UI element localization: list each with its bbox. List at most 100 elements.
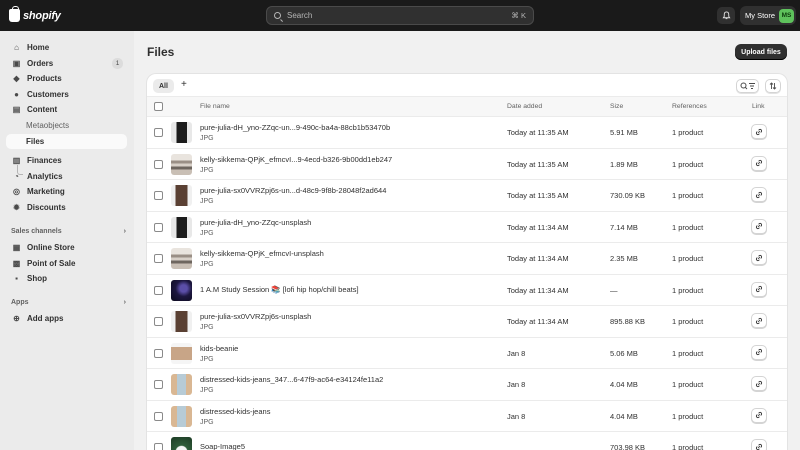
file-name[interactable]: kids-beanie <box>200 344 238 353</box>
file-name[interactable]: kelly-sikkema-QPjK_efmcvI...9-4ecd-b326-… <box>200 155 392 164</box>
references[interactable]: 1 product <box>672 128 703 137</box>
row-checkbox[interactable] <box>154 222 163 232</box>
sidebar-item-orders[interactable]: ▣ Orders 1 <box>6 56 127 71</box>
table-row[interactable]: distressed-kids-jeans JPG Jan 8 4.04 MB 1 pr… <box>147 401 787 432</box>
copy-link-button[interactable] <box>751 376 767 391</box>
file-thumbnail[interactable] <box>171 216 192 238</box>
file-thumbnail[interactable] <box>171 374 192 395</box>
sidebar-item-online-store[interactable]: ▦ Online Store <box>6 240 127 255</box>
table-row[interactable]: pure-julia-sx0VVRZpj6s-unsplash JPG Today … <box>147 306 787 338</box>
upload-files-button[interactable]: Upload files <box>735 44 787 60</box>
file-thumbnail[interactable] <box>171 185 192 206</box>
table-row[interactable]: kelly-sikkema-QPjK_efmcvI...9-4ecd-b326-… <box>147 149 787 180</box>
row-checkbox[interactable] <box>154 159 163 169</box>
column-references[interactable]: References <box>672 103 707 110</box>
column-size[interactable]: Size <box>610 103 623 110</box>
references[interactable]: 1 product <box>672 443 703 450</box>
notifications-button[interactable] <box>717 7 735 24</box>
references[interactable]: 1 product <box>672 412 703 421</box>
copy-link-button[interactable] <box>751 439 767 450</box>
row-checkbox[interactable] <box>154 254 163 263</box>
column-link: Link <box>752 103 765 110</box>
sales-channels-heading[interactable]: Sales channels › <box>11 228 126 235</box>
references[interactable]: 1 product <box>672 254 703 263</box>
row-checkbox[interactable] <box>154 348 163 358</box>
file-thumbnail[interactable] <box>171 248 192 269</box>
file-thumbnail[interactable] <box>171 342 192 364</box>
copy-link-button[interactable] <box>751 281 767 297</box>
copy-link-button[interactable] <box>751 218 767 234</box>
row-checkbox[interactable] <box>154 443 163 450</box>
references[interactable]: 1 product <box>672 191 703 200</box>
store-menu-button[interactable]: My Store MS <box>740 6 796 25</box>
row-checkbox[interactable] <box>154 191 163 200</box>
copy-link-button[interactable] <box>751 250 767 265</box>
references[interactable]: 1 product <box>672 223 703 232</box>
file-size: — <box>610 285 618 295</box>
sidebar-item-finances[interactable]: ▥ Finances <box>6 153 127 168</box>
references[interactable]: 1 product <box>672 380 703 389</box>
row-checkbox[interactable] <box>154 285 163 295</box>
column-date-added[interactable]: Date added <box>507 103 542 110</box>
search-input[interactable]: Search ⌘ K <box>266 6 534 25</box>
references[interactable]: 1 product <box>672 286 703 295</box>
file-name[interactable]: distressed-kids-jeans_347...6-47f9-ac64-… <box>200 375 383 384</box>
file-name[interactable]: pure-julia-dH_yno-ZZqc-un...9-490c-ba4a-… <box>200 123 390 132</box>
file-name[interactable]: kelly-sikkema-QPjK_efmcvI-unsplash <box>200 249 324 258</box>
sidebar-item-shop[interactable]: ▪ Shop <box>6 271 127 286</box>
apps-heading[interactable]: Apps › <box>11 299 126 306</box>
copy-link-button[interactable] <box>751 407 767 423</box>
sidebar-item-add-apps[interactable]: ⊕ Add apps <box>6 311 127 326</box>
search-filter-button[interactable] <box>736 79 759 93</box>
file-name[interactable]: 1 A.M Study Session 📚 [lofi hip hop/chil… <box>200 285 359 294</box>
row-checkbox[interactable] <box>154 380 163 389</box>
file-name[interactable]: distressed-kids-jeans <box>200 407 270 416</box>
select-all-checkbox[interactable] <box>154 102 163 111</box>
file-name[interactable]: pure-julia-sx0VVRZpj6s-un...d-48c9-9f8b-… <box>200 186 386 195</box>
table-row[interactable]: distressed-kids-jeans_347...6-47f9-ac64-… <box>147 369 787 401</box>
table-row[interactable]: kids-beanie JPG Jan 8 5.06 MB 1 product <box>147 338 787 369</box>
copy-link-button[interactable] <box>751 155 767 171</box>
copy-link-button[interactable] <box>751 313 767 328</box>
row-checkbox[interactable] <box>154 128 163 137</box>
date-added: Today at 11:34 AM <box>507 222 569 232</box>
sidebar-item-point-of-sale[interactable]: ▩ Point of Sale <box>6 256 127 271</box>
sidebar-item-files[interactable]: Files <box>6 134 127 149</box>
sidebar-item-analytics[interactable]: ◔ Analytics <box>6 169 127 184</box>
sidebar-item-home[interactable]: ⌂ Home <box>6 40 127 55</box>
add-view-button[interactable]: + <box>181 79 187 91</box>
sidebar-item-discounts[interactable]: ✹ Discounts <box>6 200 127 215</box>
table-row[interactable]: pure-julia-dH_yno-ZZqc-unsplash JPG Today … <box>147 212 787 243</box>
sort-button[interactable] <box>765 79 781 93</box>
file-thumbnail[interactable] <box>171 311 192 332</box>
table-row[interactable]: kelly-sikkema-QPjK_efmcvI-unsplash JPG Tod… <box>147 243 787 275</box>
sidebar-item-customers[interactable]: ● Customers <box>6 87 127 102</box>
file-name[interactable]: Soap-Image5 <box>200 442 245 450</box>
row-checkbox[interactable] <box>154 411 163 421</box>
file-name[interactable]: pure-julia-sx0VVRZpj6s-unsplash <box>200 312 311 321</box>
row-checkbox[interactable] <box>154 317 163 326</box>
file-thumbnail[interactable] <box>171 279 192 301</box>
file-thumbnail[interactable] <box>171 122 192 143</box>
sidebar-item-content[interactable]: ▤ Content <box>6 102 127 117</box>
file-thumbnail[interactable] <box>171 405 192 427</box>
shopify-logo[interactable]: shopify <box>9 6 61 23</box>
sidebar-item-marketing[interactable]: ◎ Marketing <box>6 184 127 199</box>
table-row[interactable]: pure-julia-dH_yno-ZZqc-un...9-490c-ba4a-… <box>147 117 787 149</box>
table-row[interactable]: pure-julia-sx0VVRZpj6s-un...d-48c9-9f8b-… <box>147 180 787 212</box>
table-row[interactable]: 1 A.M Study Session 📚 [lofi hip hop/chil… <box>147 275 787 306</box>
tab-all[interactable]: All <box>153 79 174 93</box>
copy-link-button[interactable] <box>751 187 767 202</box>
copy-link-button[interactable] <box>751 124 767 139</box>
references[interactable]: 1 product <box>672 317 703 326</box>
table-row[interactable]: Soap-Image5 703.98 KB 1 product <box>147 432 787 450</box>
references[interactable]: 1 product <box>672 160 703 169</box>
file-thumbnail[interactable] <box>171 437 192 450</box>
sidebar-item-products[interactable]: ◆ Products <box>6 71 127 86</box>
file-name[interactable]: pure-julia-dH_yno-ZZqc-unsplash <box>200 218 311 227</box>
column-file-name[interactable]: File name <box>200 103 230 110</box>
copy-link-button[interactable] <box>751 344 767 360</box>
references[interactable]: 1 product <box>672 349 703 358</box>
file-thumbnail[interactable] <box>171 153 192 175</box>
sidebar-item-metaobjects[interactable]: Metaobjects <box>6 118 127 133</box>
